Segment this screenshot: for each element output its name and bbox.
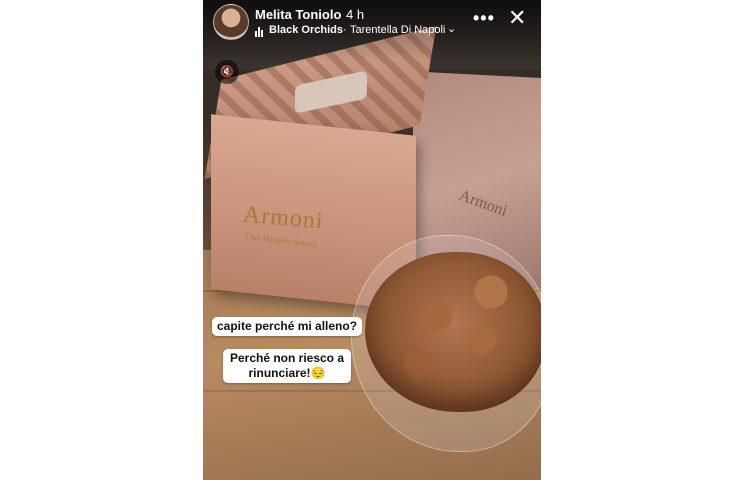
close-icon[interactable]: ✕ <box>508 7 526 29</box>
post-time: 4 h <box>346 7 365 22</box>
avatar[interactable] <box>213 4 249 40</box>
story-viewer[interactable]: Armoni Armoni Chef Massimo Armoni Melita… <box>203 0 541 480</box>
music-bars-icon <box>255 27 265 37</box>
text-sticker-answer: Perché non riesco a rinunciare!😔 <box>223 349 351 383</box>
panettone-cake <box>365 252 541 412</box>
text-sticker-question: capite perché mi alleno? <box>212 317 363 336</box>
music-separator: · <box>343 24 347 36</box>
chevron-down-icon[interactable]: ⌄ <box>447 22 456 35</box>
username[interactable]: Melita Toniolo <box>255 7 341 22</box>
music-artist[interactable]: Tarentella Di Napoli <box>350 24 445 36</box>
more-options-icon[interactable]: ••• <box>473 8 495 29</box>
mute-icon[interactable]: 🔇 <box>215 60 239 84</box>
music-song-title[interactable]: Black Orchids <box>269 24 343 36</box>
